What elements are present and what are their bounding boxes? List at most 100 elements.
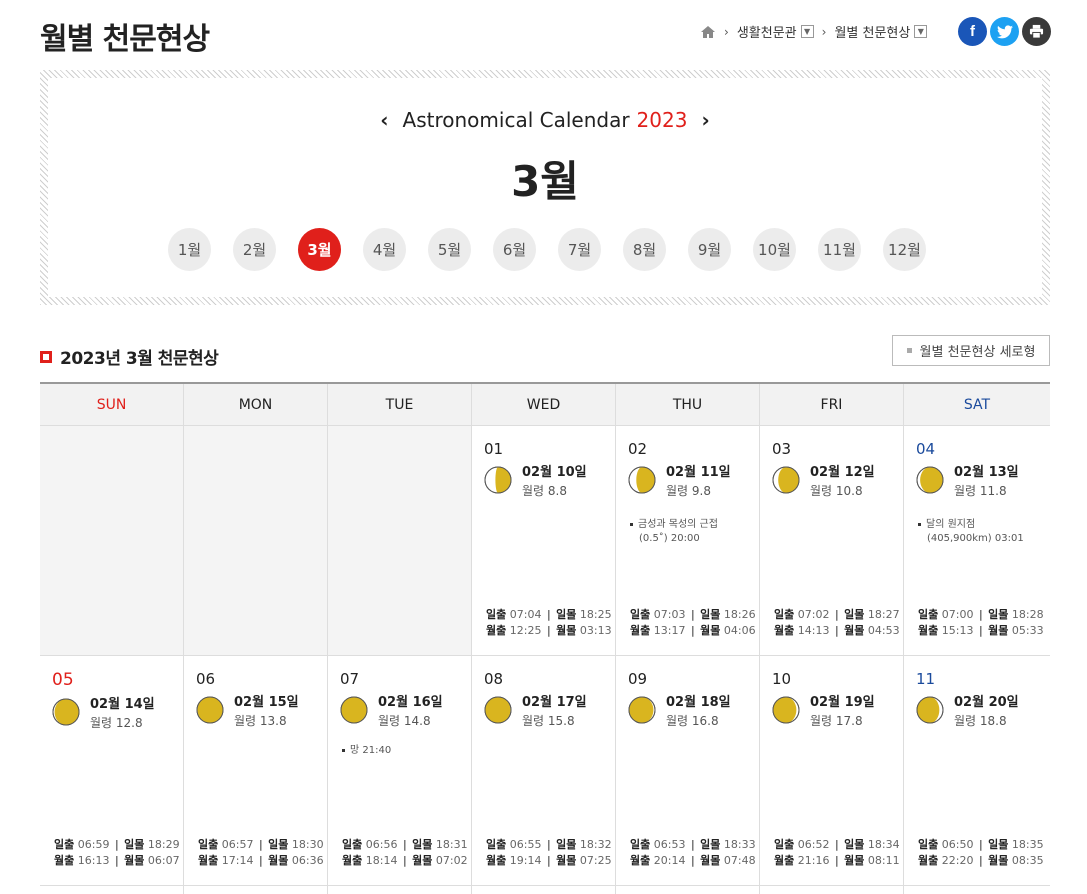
month-button-4[interactable]: 4월	[363, 228, 406, 271]
moon-age: 월령 16.8	[666, 714, 719, 728]
day-number: 03	[772, 440, 792, 458]
home-icon[interactable]	[700, 24, 716, 40]
month-button-2[interactable]: 2월	[233, 228, 276, 271]
moon-info: 02월 11일 월령 9.8	[628, 464, 747, 500]
moon-info: 02월 17일 월령 15.8	[484, 694, 603, 730]
lunar-date: 02월 20일	[954, 695, 1019, 710]
sun-moon-times: 일출 06:52 | 일몰 18:34 월출 21:16 | 월몰 08:11	[774, 838, 900, 867]
sun-moon-times: 일출 06:59 | 일몰 18:29 월출 16:13 | 월몰 06:07	[54, 838, 180, 867]
bullet-icon	[342, 748, 345, 752]
day-number: 04	[916, 440, 936, 458]
current-month: 3월	[511, 157, 579, 206]
chevron-down-icon[interactable]: ▼	[914, 25, 928, 38]
chevron-down-icon[interactable]: ▼	[800, 25, 814, 38]
lunar-date: 02월 11일	[666, 465, 731, 480]
moon-age: 월령 8.8	[522, 484, 567, 498]
twitter-icon	[996, 24, 1013, 38]
moon-phase-icon	[916, 696, 944, 724]
sun-moon-times: 일출 06:55 | 일몰 18:32 월출 19:14 | 월몰 07:25	[486, 838, 612, 867]
day-number: 11	[916, 670, 936, 688]
day-number: 08	[484, 670, 504, 688]
calendar-title: Astronomical Calendar	[402, 108, 630, 132]
month-button-12[interactable]: 12월	[883, 228, 926, 271]
moon-age: 월령 17.8	[810, 714, 863, 728]
day-number: 07	[340, 670, 360, 688]
calendar-day-09: 09 02월 18일월령 16.8 일출 06:53 | 일몰 18:33 월출 20…	[616, 656, 760, 885]
month-button-3[interactable]: 3월	[298, 228, 341, 271]
moon-info: 02월 19일월령 17.8	[772, 694, 891, 730]
calendar-cell-empty	[184, 426, 328, 655]
breadcrumb: › 생활천문관 ▼ › 월별 천문현상 ▼	[700, 22, 928, 41]
month-button-5[interactable]: 5월	[428, 228, 471, 271]
moon-info: 02월 13일 월령 11.8	[916, 464, 1038, 500]
day-number: 09	[628, 670, 648, 688]
lunar-date: 02월 19일	[810, 695, 875, 710]
weekday-sat: SAT	[963, 396, 991, 413]
twitter-share-button[interactable]	[990, 17, 1019, 46]
chevron-right-icon: ›	[821, 24, 827, 39]
weekday-thu: THU	[616, 384, 760, 425]
calendar-day-08: 08 02월 17일 월령 15.8 일출 06:55 | 일몰 18:32 월출 19…	[472, 656, 616, 885]
print-icon	[1029, 24, 1044, 39]
calendar-day-07: 07 02월 16일 월령 14.8 망 21:40 일출 06:56 | 일몰 18:…	[328, 656, 472, 885]
moon-phase-icon	[916, 466, 944, 494]
calendar-grid: SUN MON TUE WED THU FRI SAT 01 02월 10일 월령 8.8 일출 …	[40, 382, 1050, 894]
sun-moon-times: 일출 06:56 | 일몰 18:31 월출 18:14 | 월몰 07:02	[342, 838, 468, 867]
sun-moon-times: 일출 07:04 | 일몰 18:25 월출 12:25 | 월몰 03:13	[486, 608, 612, 637]
moon-phase-icon	[484, 696, 512, 724]
moon-age: 월령 12.8	[90, 716, 143, 730]
lunar-date: 02월 10일	[522, 465, 587, 480]
prev-year-arrow-icon[interactable]: ‹	[366, 108, 402, 132]
facebook-icon: f	[970, 23, 975, 40]
calendar-day-04: 04 02월 13일 월령 11.8 달의 원지점 (405,900km) 03:01 일…	[904, 426, 1050, 655]
day-number: 05	[52, 670, 74, 690]
lunar-date: 02월 18일	[666, 695, 731, 710]
day-number: 06	[196, 670, 216, 688]
calendar-year: 2023	[636, 108, 688, 132]
calendar-week-partial	[40, 886, 1050, 894]
astronomical-event[interactable]: 금성과 목성의 근접 (0.5˚) 20:00	[630, 518, 750, 546]
sun-moon-times: 일출 06:53 | 일몰 18:33 월출 20:14 | 월몰 07:48	[630, 838, 756, 867]
astronomical-event[interactable]: 망 21:40	[342, 744, 462, 758]
breadcrumb-item-2[interactable]: 월별 천문현상 ▼	[834, 22, 928, 41]
lunar-date: 02월 14일	[90, 697, 155, 712]
month-buttons: 1월 2월 3월 4월 5월 6월 7월 8월 9월 10월 11월 12월	[168, 228, 926, 271]
sun-moon-times: 일출 07:02 | 일몰 18:27 월출 14:13 | 월몰 04:53	[774, 608, 900, 637]
breadcrumb-item-1[interactable]: 생활천문관 ▼	[737, 22, 814, 41]
square-bullet-icon	[40, 350, 52, 363]
month-button-1[interactable]: 1월	[168, 228, 211, 271]
calendar-cell-empty	[328, 426, 472, 655]
month-button-8[interactable]: 8월	[623, 228, 666, 271]
weekday-wed: WED	[472, 384, 616, 425]
month-button-9[interactable]: 9월	[688, 228, 731, 271]
moon-info: 02월 10일월령 8.8	[484, 464, 603, 500]
month-button-10[interactable]: 10월	[753, 228, 796, 271]
lunar-date: 02월 16일	[378, 695, 443, 710]
facebook-share-button[interactable]: f	[958, 17, 987, 46]
moon-age: 월령 13.8	[234, 714, 287, 728]
month-selector-panel: ‹ Astronomical Calendar 2023 › 3월 1월 2월 3월…	[40, 70, 1050, 305]
print-button[interactable]	[1022, 17, 1051, 46]
astronomical-event[interactable]: 달의 원지점 (405,900km) 03:01	[918, 518, 1038, 546]
vertical-view-label: 월별 천문현상 세로형	[919, 345, 1036, 360]
month-button-6[interactable]: 6월	[493, 228, 536, 271]
section-title: 2023년 3월 천문현상	[40, 344, 219, 369]
calendar-cell-empty	[40, 426, 184, 655]
month-button-11[interactable]: 11월	[818, 228, 861, 271]
bullet-icon	[918, 522, 921, 526]
next-year-arrow-icon[interactable]: ›	[687, 108, 723, 132]
calendar-day-05: 05 02월 14일월령 12.8 일출 06:59 | 일몰 18:29 월출 16…	[40, 656, 184, 885]
moon-age: 월령 10.8	[810, 484, 863, 498]
moon-phase-icon	[772, 696, 800, 724]
moon-info: 02월 14일월령 12.8	[52, 696, 171, 732]
moon-info: 02월 18일월령 16.8	[628, 694, 747, 730]
calendar-day-11: 11 02월 20일 월령 18.8 일출 06:50 | 일몰 18:35 월출 22…	[904, 656, 1050, 885]
weekday-fri: FRI	[760, 384, 904, 425]
moon-phase-icon	[628, 466, 656, 494]
moon-info: 02월 15일 월령 13.8	[196, 694, 315, 730]
month-button-7[interactable]: 7월	[558, 228, 601, 271]
moon-phase-icon	[196, 696, 224, 724]
vertical-view-button[interactable]: 월별 천문현상 세로형	[892, 335, 1050, 366]
moon-info: 02월 16일 월령 14.8	[340, 694, 459, 730]
calendar-week: 01 02월 10일 월령 8.8 일출 07:04 | 일몰 18:25 월출 12:…	[40, 426, 1050, 656]
